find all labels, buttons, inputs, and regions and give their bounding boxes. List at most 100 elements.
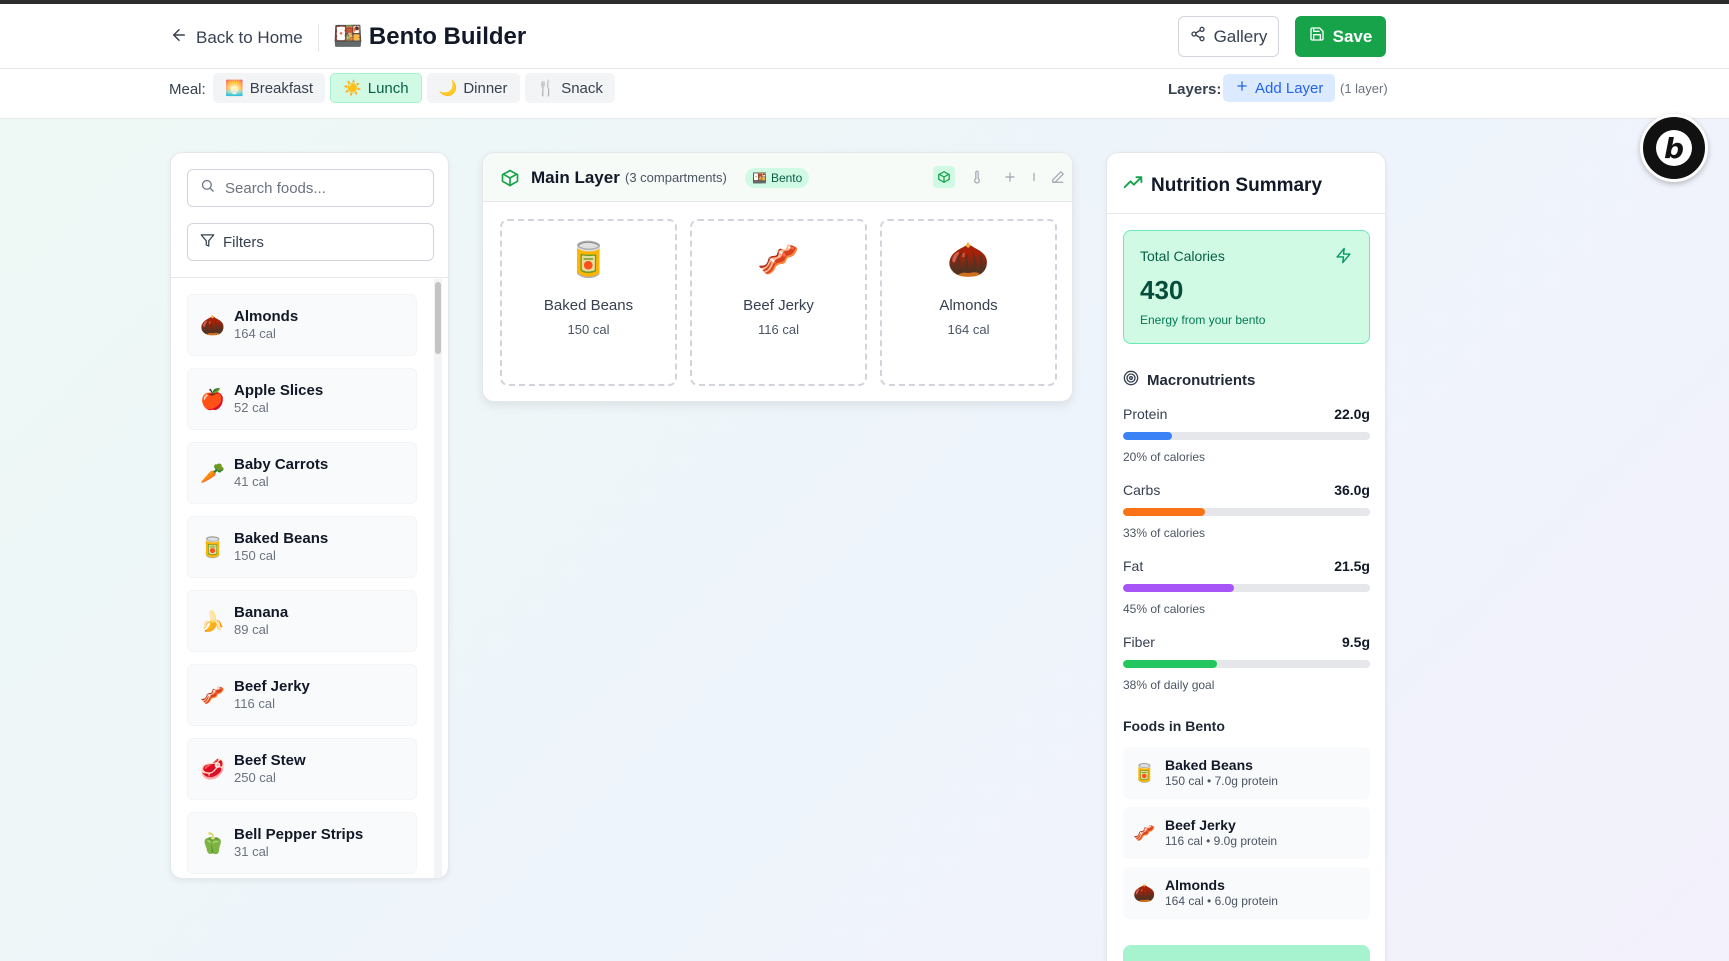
filters-button[interactable]: Filters	[187, 223, 434, 261]
compartment[interactable]: 🥓 Beef Jerky 116 cal	[690, 219, 867, 386]
meal-tab-label: Dinner	[463, 79, 508, 97]
food-item[interactable]: 🥩 Beef Stew 250 cal	[187, 738, 417, 800]
macro-value: 36.0g	[1334, 482, 1370, 498]
food-calories: 89 cal	[234, 622, 269, 637]
bell-pepper-icon: 🫑	[200, 832, 225, 855]
macro-note: 45% of calories	[1123, 602, 1206, 616]
moon-icon: 🌙	[438, 80, 458, 97]
foods-in-bento-heading: Foods in Bento	[1123, 718, 1225, 734]
food-calories: 164 cal	[234, 326, 276, 341]
target-icon	[1123, 370, 1139, 390]
food-item[interactable]: 🥓 Beef Jerky 116 cal	[187, 664, 417, 726]
meal-tab-snack[interactable]: 🍴 Snack	[524, 73, 615, 103]
macro-progress-bar	[1123, 508, 1370, 516]
bento-food-item: 🥫 Baked Beans 150 cal • 7.0g protein	[1123, 747, 1370, 799]
total-calories-card: Total Calories 430 Energy from your bent…	[1123, 230, 1370, 344]
sun-icon: ☀️	[343, 80, 362, 97]
macro-value: 9.5g	[1341, 634, 1370, 650]
meal-tab-lunch[interactable]: ☀️ Lunch	[330, 73, 422, 103]
almond-icon: 🌰	[1133, 882, 1156, 903]
bento-box-icon: 🍱	[333, 23, 363, 50]
arrow-left-icon	[170, 26, 188, 49]
compartment-grid: 🥫 Baked Beans 150 cal 🥓 Beef Jerky 116 c…	[500, 219, 1057, 386]
bento-food-name: Almonds	[1165, 877, 1225, 893]
app-header: Back to Home 🍱 Bento Builder Gallery Sav…	[0, 4, 1729, 69]
gallery-label: Gallery	[1213, 26, 1268, 46]
macro-progress-bar	[1123, 660, 1370, 668]
food-item[interactable]: 🥫 Baked Beans 150 cal	[187, 516, 417, 578]
total-calories-label: Total Calories	[1140, 248, 1225, 264]
box-view-button[interactable]	[933, 166, 955, 188]
food-list-scrollbar[interactable]	[434, 279, 442, 878]
meal-toolbar: Meal: 🌅 Breakfast ☀️ Lunch 🌙 Dinner 🍴 Sn…	[0, 69, 1729, 119]
macro-progress-fill	[1123, 660, 1217, 668]
compartment[interactable]: 🌰 Almonds 164 cal	[880, 219, 1057, 386]
compartment[interactable]: 🥫 Baked Beans 150 cal	[500, 219, 677, 386]
meal-tab-dinner[interactable]: 🌙 Dinner	[426, 73, 520, 103]
meal-tab-breakfast[interactable]: 🌅 Breakfast	[213, 73, 326, 103]
compartment-calories: 164 cal	[947, 322, 990, 337]
filter-icon	[200, 233, 215, 252]
layer-count: (1 layer)	[1340, 81, 1388, 96]
almond-icon: 🌰	[200, 314, 225, 337]
box-icon	[500, 168, 520, 193]
carrot-icon: 🥕	[200, 462, 225, 485]
badge-label: Bento	[770, 171, 803, 185]
search-box	[187, 169, 434, 207]
food-item[interactable]: 🍎 Apple Slices 52 cal	[187, 368, 417, 430]
compartment-food-name: Baked Beans	[543, 297, 634, 314]
meat-icon: 🥩	[200, 758, 225, 781]
food-name: Beef Jerky	[234, 678, 310, 695]
macro-note: 38% of daily goal	[1123, 678, 1215, 692]
gallery-button[interactable]: Gallery	[1178, 16, 1279, 57]
page-title-text: Bento Builder	[368, 22, 527, 50]
nutrition-title: Nutrition Summary	[1123, 173, 1322, 199]
can-icon: 🥫	[1133, 762, 1156, 783]
macro-name: Fiber	[1123, 634, 1155, 650]
bento-food-item: 🌰 Almonds 164 cal • 6.0g protein	[1123, 867, 1370, 919]
macro-note: 33% of calories	[1123, 526, 1206, 540]
compartment-calories: 116 cal	[758, 322, 799, 337]
header-divider	[318, 24, 319, 52]
trending-up-icon	[1123, 173, 1143, 199]
edit-icon-button[interactable]	[1047, 166, 1069, 188]
made-in-bolt-badge[interactable]: b	[1640, 114, 1708, 182]
lightning-icon	[1335, 247, 1352, 269]
macro-value: 22.0g	[1334, 406, 1370, 422]
bento-food-meta: 164 cal • 6.0g protein	[1165, 894, 1278, 908]
save-button[interactable]: Save	[1295, 16, 1386, 57]
food-item[interactable]: 🍌 Banana 89 cal	[187, 590, 417, 652]
can-icon: 🥫	[200, 536, 225, 559]
meal-tab-label: Breakfast	[249, 79, 314, 97]
bolt-logo: b	[1656, 130, 1692, 166]
utensils-icon: 🍴	[536, 80, 556, 97]
search-input[interactable]	[225, 179, 425, 197]
food-item[interactable]: 🥕 Baby Carrots 41 cal	[187, 442, 417, 504]
page-title: 🍱 Bento Builder	[333, 22, 526, 51]
food-name: Apple Slices	[234, 382, 324, 399]
add-layer-button[interactable]: Add Layer	[1223, 74, 1336, 102]
scrollbar-thumb[interactable]	[435, 282, 441, 354]
save-icon	[1309, 26, 1325, 47]
food-item[interactable]: 🌰 Almonds 164 cal	[187, 294, 417, 356]
food-name: Beef Stew	[234, 752, 306, 769]
thermometer-button[interactable]	[966, 166, 988, 188]
food-calories: 52 cal	[234, 400, 269, 415]
food-name: Baked Beans	[234, 530, 329, 547]
food-calories: 116 cal	[234, 696, 275, 711]
back-to-home-link[interactable]: Back to Home	[170, 26, 303, 49]
add-compartment-button[interactable]	[999, 166, 1021, 188]
layer-compartment-count: (3 compartments)	[625, 170, 727, 185]
can-icon: 🥫	[567, 241, 610, 279]
save-label: Save	[1332, 26, 1373, 46]
bacon-icon: 🥓	[1133, 822, 1156, 843]
layer-style-badge: 🍱 Bento	[745, 168, 810, 188]
total-calories-subtitle: Energy from your bento	[1140, 313, 1266, 327]
macro-progress-fill	[1123, 432, 1173, 440]
macro-fat: Fat 21.5g 45% of calories	[1123, 558, 1370, 616]
bento-food-name: Beef Jerky	[1165, 817, 1236, 833]
share-icon	[1190, 26, 1206, 47]
bento-food-name: Baked Beans	[1165, 757, 1253, 773]
macro-progress-bar	[1123, 432, 1370, 440]
food-item[interactable]: 🫑 Bell Pepper Strips 31 cal	[187, 812, 417, 874]
